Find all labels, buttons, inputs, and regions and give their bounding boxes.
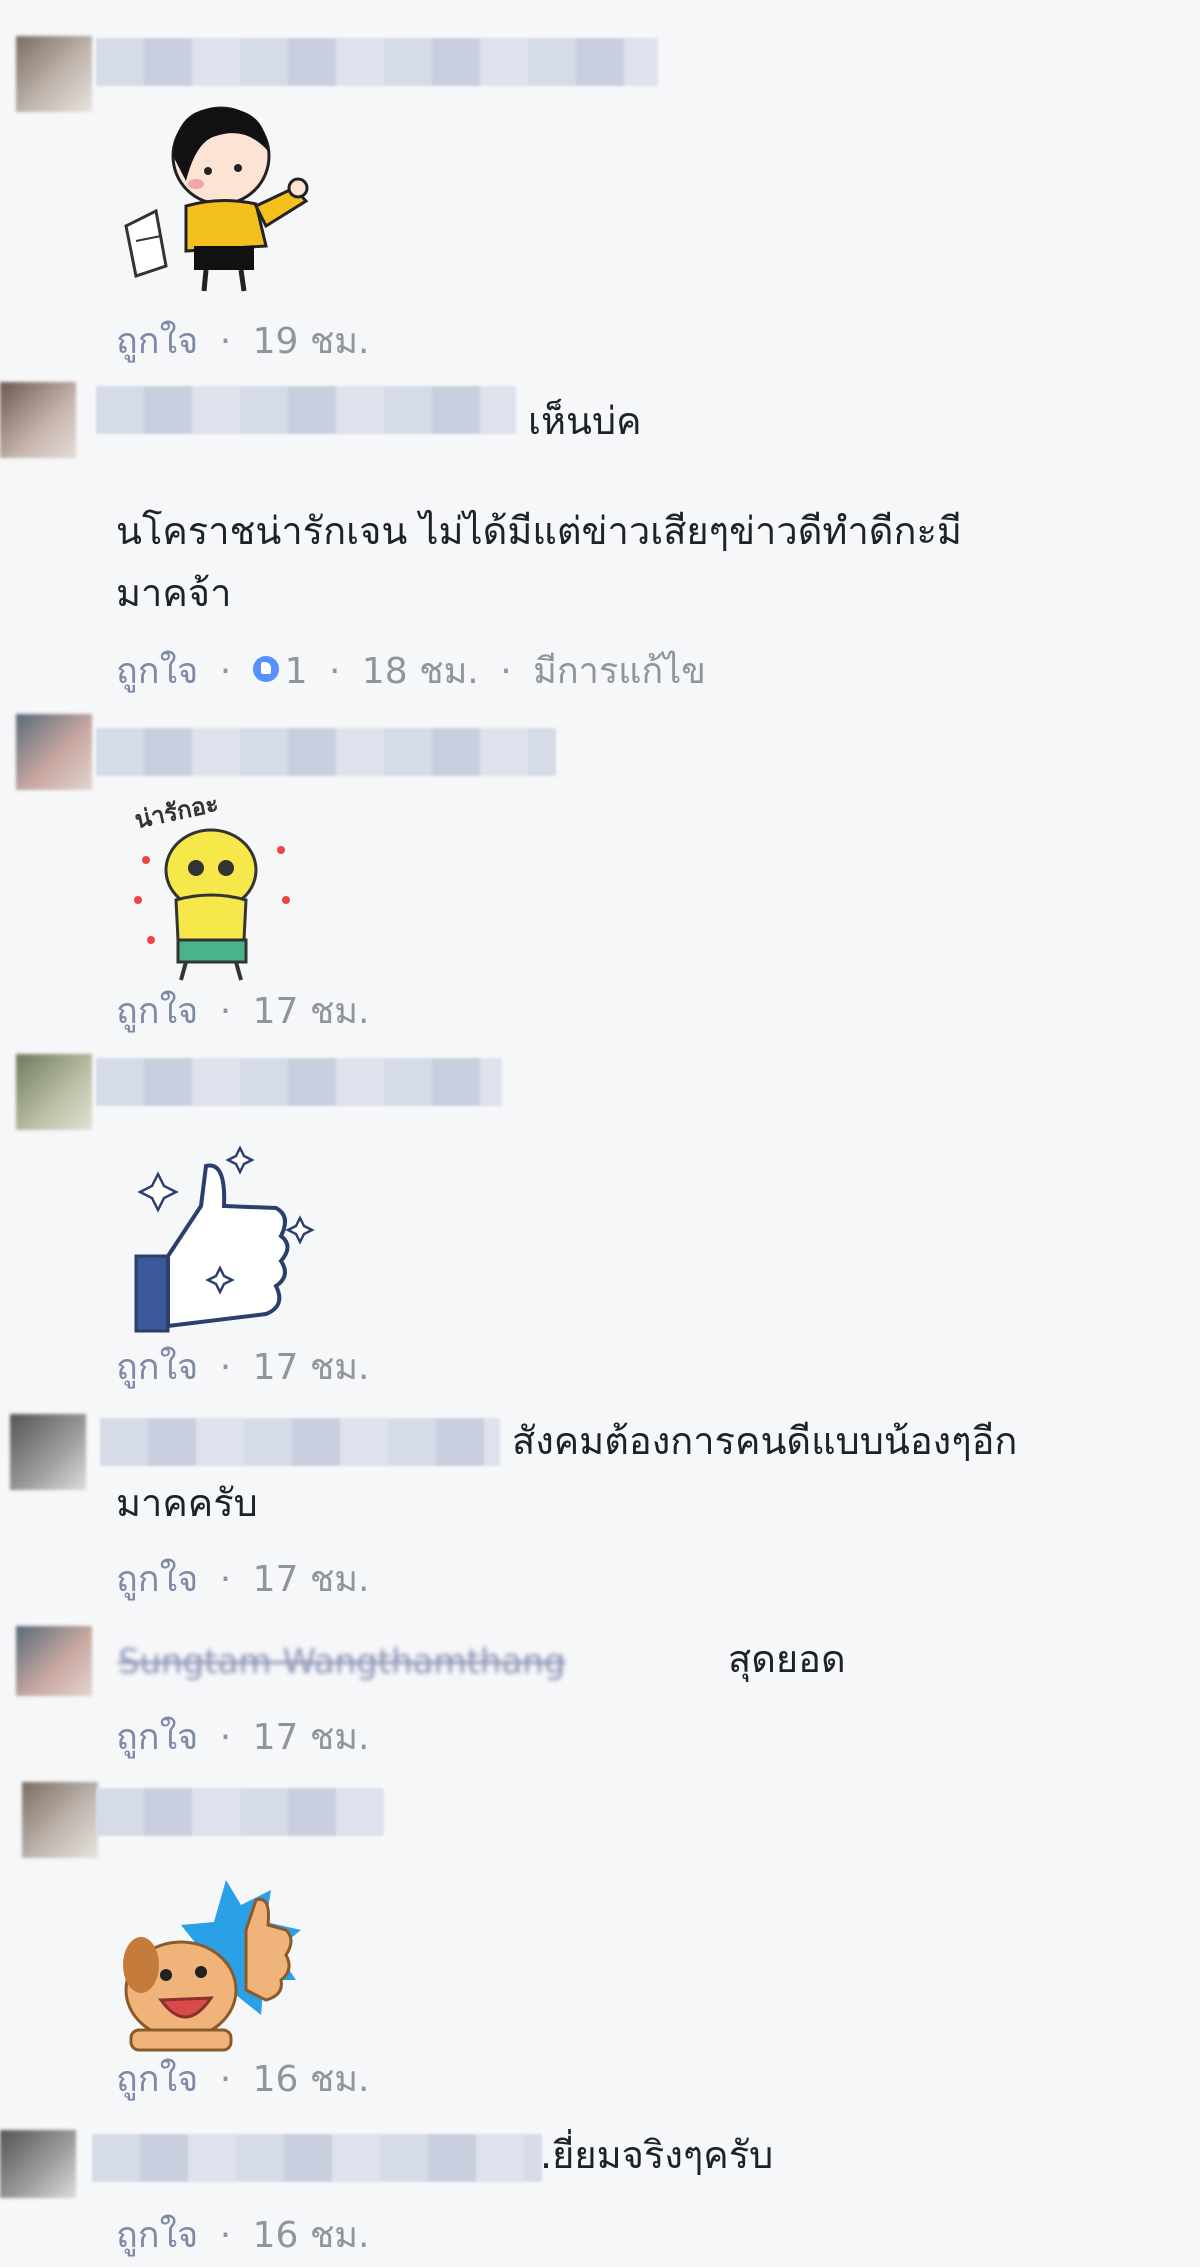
comment-1: ถูกใจ · 19 ชม. xyxy=(0,0,1200,370)
separator-dot: · xyxy=(500,651,512,692)
commenter-name-blurred[interactable] xyxy=(100,1418,500,1466)
avatar[interactable] xyxy=(16,1626,92,1696)
comment-meta: ถูกใจ · 1 · 18 ชม. · มีการแก้ไข xyxy=(116,642,706,699)
comment-text-inline: .ยี่ยมจริงๆครับ xyxy=(540,2133,774,2177)
sticker-text: น่ารักอะ xyxy=(132,790,221,834)
avatar[interactable] xyxy=(0,2130,76,2198)
edited-link[interactable]: มีการแก้ไข xyxy=(533,651,706,692)
like-link[interactable]: ถูกใจ xyxy=(116,1559,198,1600)
timestamp[interactable]: 16 ชม. xyxy=(253,2215,370,2256)
timestamp[interactable]: 19 ชม. xyxy=(253,321,370,362)
timestamp[interactable]: 16 ชม. xyxy=(253,2059,370,2100)
commenter-name-blurred[interactable] xyxy=(96,1058,502,1106)
like-reaction-icon[interactable] xyxy=(252,656,279,682)
comment-text-inline: เห็นบ่ค xyxy=(528,399,642,443)
like-link[interactable]: ถูกใจ xyxy=(116,2215,198,2256)
comment-7: ถูกใจ · 16 ชม. xyxy=(0,1780,1200,2120)
cute-thank-you-sticker: น่ารักอะ xyxy=(132,790,290,981)
timestamp[interactable]: 17 ชม. xyxy=(253,1559,370,1600)
comment-4: ถูกใจ · 17 ชม. xyxy=(0,1050,1200,1410)
commenter-name-blurred[interactable] xyxy=(96,1788,384,1836)
comment-3: น่ารักอะ ถูกใจ · 17 ชม. xyxy=(0,710,1200,1050)
dog-thumbs-up-sticker xyxy=(123,1880,301,2052)
comment-6: Sungtam Wangthamthang สุดยอด ถูกใจ · 17 … xyxy=(0,1620,1200,1780)
comment-text-inline: สังคมต้องการคนดีแบบน้องๆอีก xyxy=(512,1419,1018,1463)
comment-meta: ถูกใจ · 17 ชม. xyxy=(116,1550,369,1607)
like-link[interactable]: ถูกใจ xyxy=(116,651,198,692)
like-link[interactable]: ถูกใจ xyxy=(116,1347,198,1388)
comment-8: .ยี่ยมจริงๆครับ ถูกใจ · 16 ชม. xyxy=(0,2120,1200,2267)
comment-text-line-1: มาคครับ xyxy=(116,1481,258,1525)
comment-2: เห็นบ่ค นโคราชน่ารักเจน ไม่ได้มีแต่ข่าวเ… xyxy=(0,370,1200,710)
comment-meta: ถูกใจ · 17 ชม. xyxy=(116,1708,369,1765)
timestamp[interactable]: 17 ชม. xyxy=(253,1717,370,1758)
comment-meta: ถูกใจ · 17 ชม. xyxy=(116,982,369,1039)
reaction-count[interactable]: 1 xyxy=(285,651,308,692)
like-link[interactable]: ถูกใจ xyxy=(116,991,198,1032)
avatar[interactable] xyxy=(16,1054,92,1130)
separator-dot: · xyxy=(219,1347,232,1388)
commenter-name-blurred[interactable] xyxy=(96,38,658,86)
separator-dot: · xyxy=(219,1717,232,1758)
avatar[interactable] xyxy=(16,36,92,112)
comment-5: สังคมต้องการคนดีแบบน้องๆอีก มาคครับ ถูกใ… xyxy=(0,1410,1200,1620)
commenter-name-blurred[interactable] xyxy=(92,2134,542,2182)
separator-dot: · xyxy=(328,651,341,692)
comment-text-inline: สุดยอด xyxy=(728,1637,846,1681)
separator-dot: · xyxy=(219,321,232,362)
timestamp[interactable]: 17 ชม. xyxy=(253,1347,370,1388)
avatar[interactable] xyxy=(10,1414,86,1490)
comment-meta: ถูกใจ · 17 ชม. xyxy=(116,1338,369,1395)
timestamp[interactable]: 17 ชม. xyxy=(253,991,370,1032)
timestamp[interactable]: 18 ชม. xyxy=(362,651,479,692)
separator-dot: · xyxy=(219,991,232,1032)
comment-meta: ถูกใจ · 19 ชม. xyxy=(116,312,369,369)
avatar[interactable] xyxy=(22,1782,98,1858)
commenter-name-blurred[interactable]: Sungtam Wangthamthang xyxy=(118,1642,565,1682)
sparkling-like-sticker xyxy=(134,1146,315,1333)
separator-dot: · xyxy=(219,651,232,692)
avatar[interactable] xyxy=(16,714,92,790)
separator-dot: · xyxy=(219,2059,232,2100)
like-link[interactable]: ถูกใจ xyxy=(116,2059,198,2100)
comment-meta: ถูกใจ · 16 ชม. xyxy=(116,2050,369,2107)
like-link[interactable]: ถูกใจ xyxy=(116,321,198,362)
girl-thumbs-up-sticker xyxy=(124,106,309,292)
comment-text-line-1: นโคราชน่ารักเจน ไม่ได้มีแต่ข่าวเสียๆข่าว… xyxy=(116,509,962,553)
comment-text-line-2: มาคจ้า xyxy=(116,571,232,615)
comment-meta: ถูกใจ · 16 ชม. xyxy=(116,2206,369,2263)
commenter-name-blurred[interactable] xyxy=(96,728,556,776)
avatar[interactable] xyxy=(0,382,76,458)
separator-dot: · xyxy=(219,2215,232,2256)
like-link[interactable]: ถูกใจ xyxy=(116,1717,198,1758)
commenter-name-blurred[interactable] xyxy=(96,386,516,434)
separator-dot: · xyxy=(219,1559,232,1600)
